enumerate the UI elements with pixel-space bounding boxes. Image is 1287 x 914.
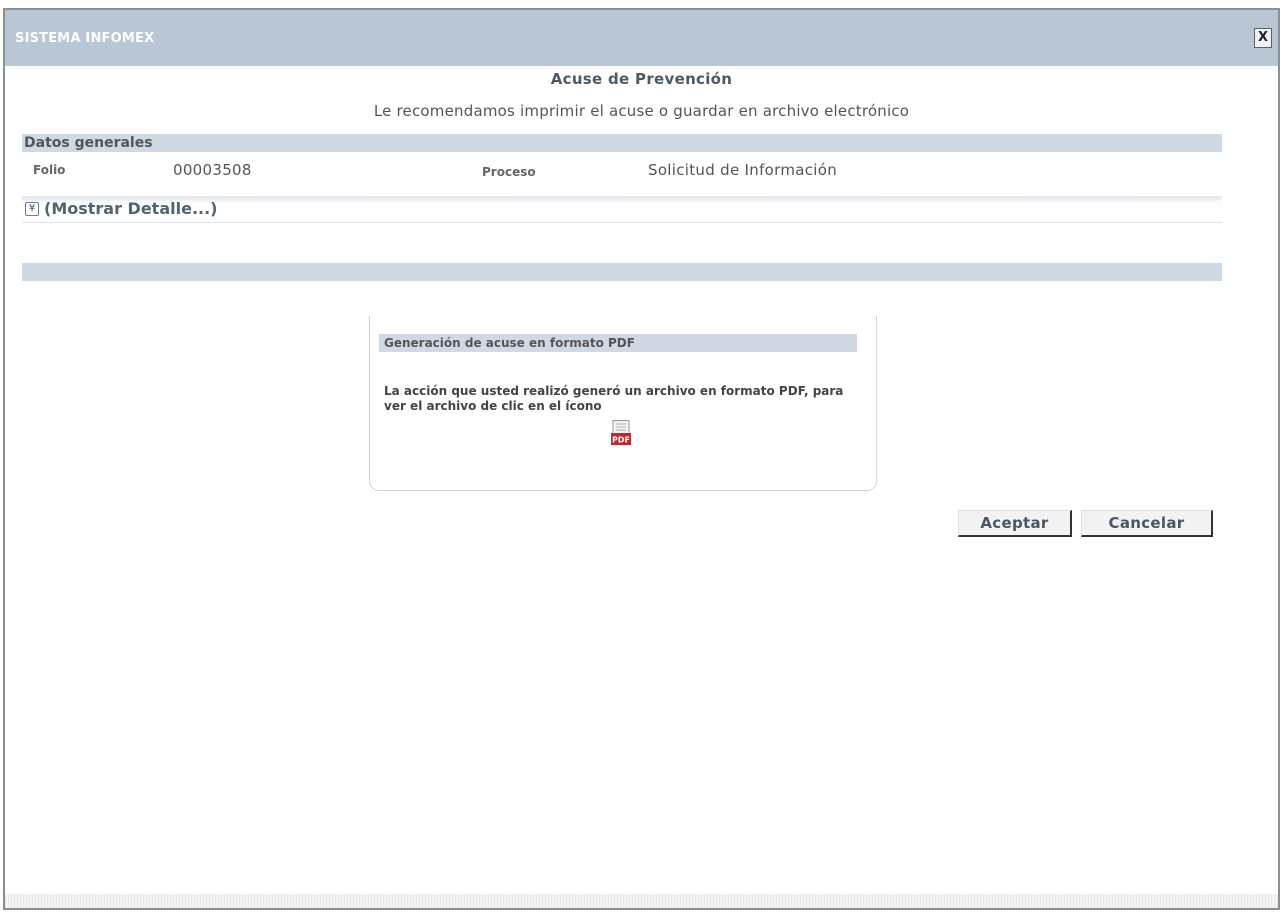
folio-value: 00003508 bbox=[173, 161, 252, 179]
page-title: Acuse de Prevención bbox=[550, 70, 733, 88]
window-title: SISTEMA INFOMEX bbox=[15, 31, 155, 46]
proceso-label: Proceso bbox=[482, 165, 536, 179]
empty-section-bar bbox=[22, 263, 1222, 281]
expand-chevron-icon[interactable]: ¥ bbox=[25, 202, 39, 216]
title-bar[interactable]: SISTEMA INFOMEX X bbox=[5, 10, 1278, 66]
show-detail-link[interactable]: (Mostrar Detalle...) bbox=[44, 199, 218, 218]
proceso-value: Solicitud de Información bbox=[648, 161, 838, 179]
page-subtitle: Le recomendamos imprimir el acuse o guar… bbox=[373, 102, 910, 120]
pdf-icon[interactable]: PDF bbox=[610, 420, 632, 446]
general-section-bar bbox=[22, 134, 1222, 152]
dialog-window: SISTEMA INFOMEX X Acuse de Prevención Le… bbox=[3, 8, 1280, 910]
close-button[interactable]: X bbox=[1254, 28, 1272, 48]
footer-strip bbox=[5, 894, 1278, 908]
show-detail-toggle[interactable]: ¥ (Mostrar Detalle...) bbox=[22, 196, 1222, 223]
pdf-panel-header: Generación de acuse en formato PDF bbox=[379, 334, 857, 352]
general-section-label: Datos generales bbox=[24, 135, 153, 151]
pdf-panel-message: La acción que usted realizó generó un ar… bbox=[384, 384, 844, 413]
folio-label: Folio bbox=[33, 163, 66, 177]
cancel-button[interactable]: Cancelar bbox=[1081, 510, 1213, 537]
pdf-icon-label: PDF bbox=[612, 436, 630, 445]
pdf-panel: Generación de acuse en formato PDF La ac… bbox=[369, 316, 877, 491]
accept-button[interactable]: Aceptar bbox=[958, 510, 1072, 537]
pdf-panel-title: Generación de acuse en formato PDF bbox=[384, 336, 635, 350]
